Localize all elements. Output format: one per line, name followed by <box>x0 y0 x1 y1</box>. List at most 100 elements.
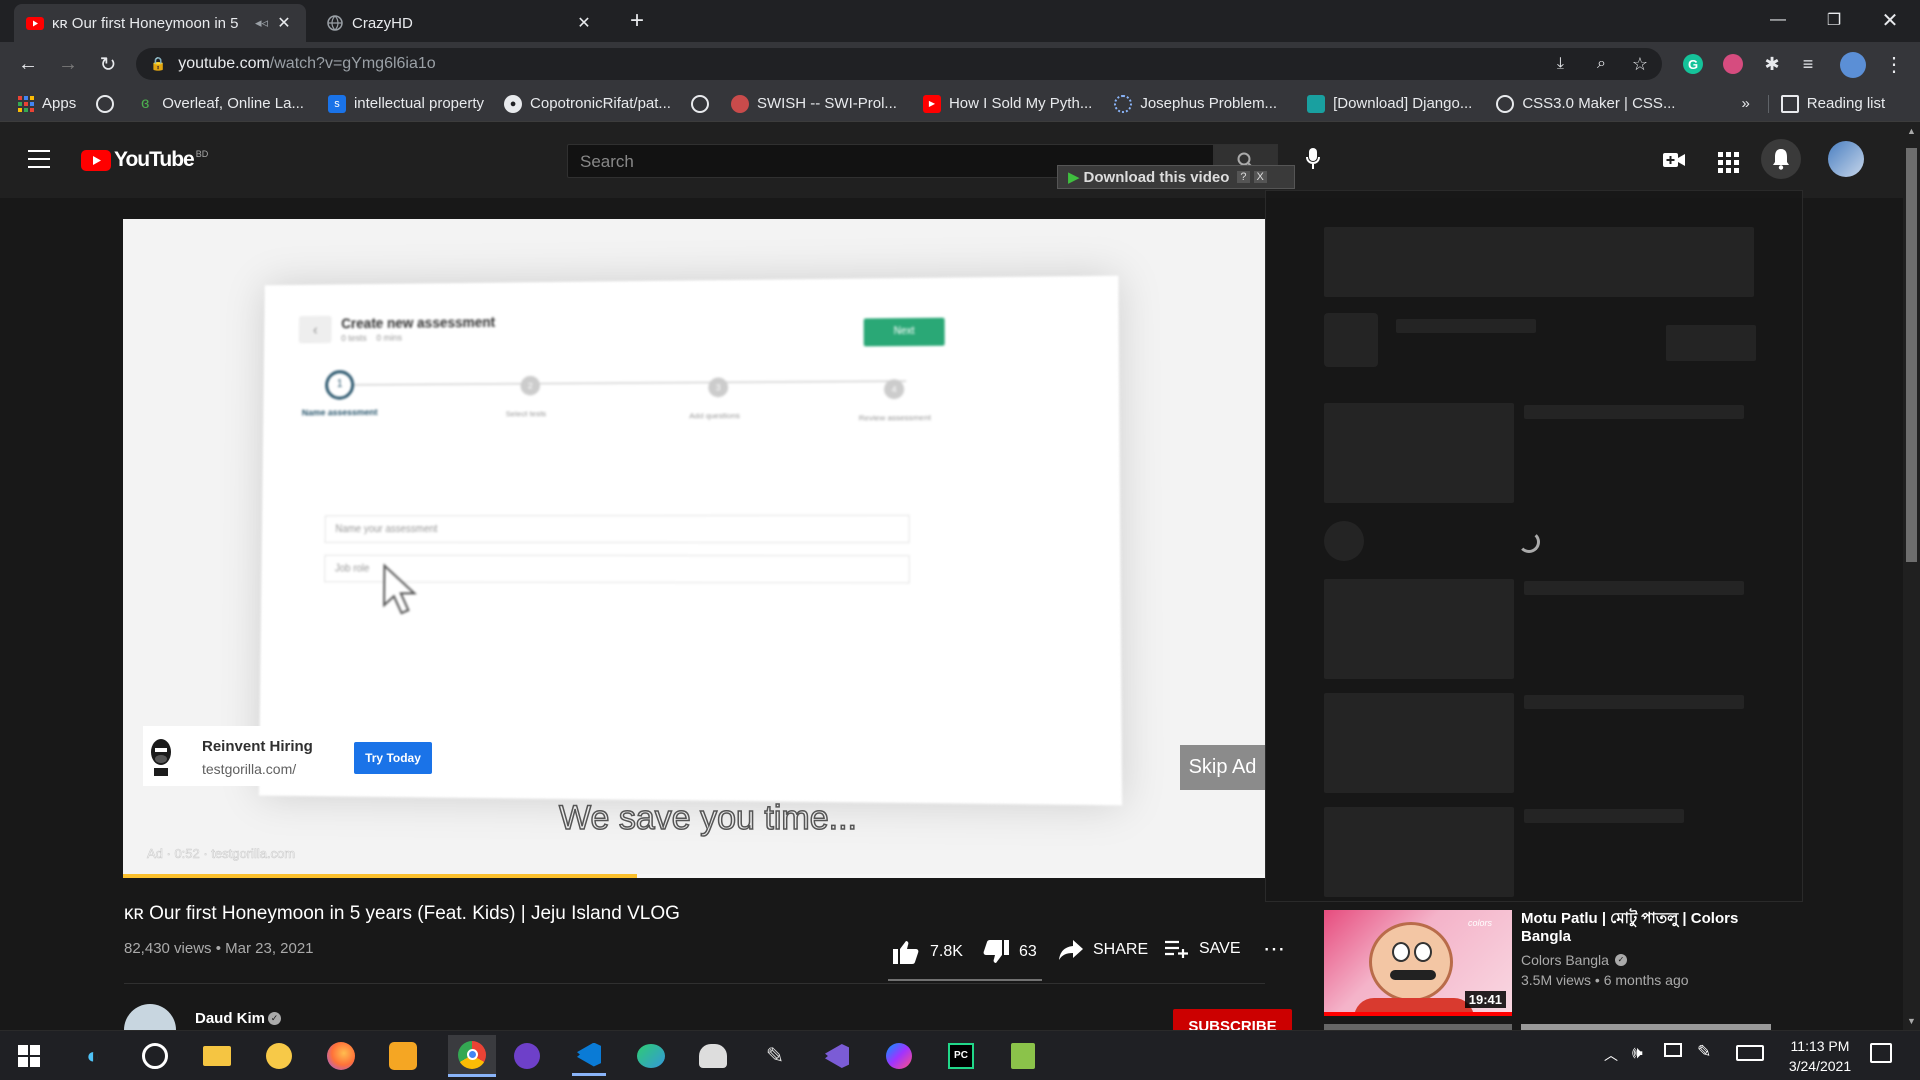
dislike-button[interactable]: 63 <box>983 940 1037 964</box>
more-actions-icon[interactable]: ⋯ <box>1263 936 1285 962</box>
globe-icon <box>96 95 114 113</box>
app-icon-3[interactable]: ✎ <box>758 1039 792 1073</box>
notifications-bell-icon[interactable] <box>1761 139 1801 179</box>
save-button[interactable]: SAVE <box>1165 940 1241 958</box>
minimize-button[interactable]: — <box>1750 0 1806 40</box>
video-title: ᴋʀ Our first Honeymoon in 5 years (Feat.… <box>124 903 680 925</box>
skip-ad-button[interactable]: Skip Ad <box>1180 745 1265 790</box>
restore-button[interactable]: ❐ <box>1806 0 1862 40</box>
vscode-icon[interactable] <box>572 1036 606 1076</box>
tray-chevron-icon[interactable]: ︿ <box>1604 1045 1618 1065</box>
bookmark-josephus[interactable]: Josephus Problem... <box>1114 95 1277 113</box>
app-icon[interactable] <box>262 1039 296 1073</box>
photos-app-icon[interactable] <box>386 1039 420 1073</box>
chrome-icon[interactable] <box>448 1035 496 1077</box>
scroll-up-icon[interactable]: ▲ <box>1907 126 1916 136</box>
extensions-puzzle-icon[interactable]: ✱ <box>1758 50 1786 78</box>
back-arrow-icon[interactable]: ← <box>14 50 42 78</box>
share-button[interactable]: SHARE <box>1059 940 1148 960</box>
bookmark-github[interactable]: ● CopotronicRifat/pat... <box>504 95 671 113</box>
file-explorer-icon[interactable] <box>200 1039 234 1073</box>
bookmark-globe-2[interactable] <box>691 95 717 113</box>
close-window-button[interactable]: ✕ <box>1862 0 1918 40</box>
help-icon[interactable]: ? <box>1237 171 1249 183</box>
video-player[interactable]: ‹ Create new assessment 0 tests 0 mins Ne… <box>123 219 1265 878</box>
pycharm-icon[interactable]: PC <box>944 1039 978 1073</box>
address-bar[interactable]: 🔒 youtube.com/watch?v=gYmg6l6ia1o ⤓ ⌕ ☆ <box>136 48 1662 80</box>
step-4: 4 <box>884 379 904 399</box>
divider <box>124 983 1265 984</box>
play-icon: ▶ <box>1068 168 1080 186</box>
next-video-item[interactable]: colors 19:41 Motu Patlu | মোটু পাতলু | C… <box>1324 910 1794 1016</box>
search-cortana-icon[interactable]: ◐ <box>76 1039 110 1073</box>
like-button[interactable]: 7.8K <box>893 940 963 964</box>
dislike-count: 63 <box>1019 943 1037 961</box>
forward-arrow-icon[interactable]: → <box>54 50 82 78</box>
scrollbar-thumb[interactable] <box>1906 148 1917 562</box>
bookmarks-overflow[interactable]: » <box>1741 95 1749 112</box>
tab-youtube[interactable]: ᴋʀ Our first Honeymoon in 5 ◂◃ ✕ <box>14 4 306 42</box>
tab-title: ᴋʀ Our first Honeymoon in 5 <box>52 15 249 32</box>
tab-audio-icon[interactable]: ◂◃ <box>255 15 268 31</box>
download-video-bar[interactable]: ▶ Download this video ? X <box>1057 165 1295 189</box>
account-avatar[interactable] <box>1828 141 1864 177</box>
tab-close-icon[interactable]: ✕ <box>574 13 594 33</box>
star-icon[interactable]: ☆ <box>1632 54 1648 75</box>
close-icon[interactable]: X <box>1254 171 1267 183</box>
network-icon[interactable] <box>1664 1043 1682 1057</box>
bookmark-intellectual-property[interactable]: s intellectual property <box>328 95 484 113</box>
next-video-thumbnail[interactable]: colors 19:41 <box>1324 910 1512 1016</box>
keyboard-icon[interactable] <box>1736 1045 1764 1061</box>
volume-icon[interactable]: 🕪 <box>1632 1043 1643 1063</box>
hamburger-menu-icon[interactable] <box>28 150 50 168</box>
microphone-icon[interactable] <box>1306 148 1320 170</box>
reload-icon[interactable]: ↻ <box>94 50 122 78</box>
media-control-icon[interactable]: ≡ <box>1794 50 1822 78</box>
create-video-icon[interactable] <box>1663 152 1685 173</box>
overleaf-icon: ɞ <box>136 95 154 113</box>
page-scrollbar[interactable]: ▲ ▼ <box>1903 122 1920 1030</box>
visual-studio-icon[interactable] <box>820 1039 854 1073</box>
new-tab-button[interactable]: + <box>622 6 652 36</box>
try-today-button[interactable]: Try Today <box>354 742 432 774</box>
clock[interactable]: 11:13 PM 3/24/2021 <box>1770 1036 1870 1076</box>
apps-grid-icon[interactable] <box>1718 152 1739 173</box>
bookmark-swish[interactable]: SWISH -- SWI-Prol... <box>731 95 897 113</box>
video-meta: 82,430 views • Mar 23, 2021 <box>124 940 314 957</box>
messenger-icon[interactable] <box>882 1039 916 1073</box>
bookmark-django[interactable]: [Download] Django... <box>1307 95 1472 113</box>
channel-name[interactable]: Daud Kim <box>195 1010 265 1027</box>
ad-info-card[interactable]: Reinvent Hiring testgorilla.com/ Try Tod… <box>143 726 423 786</box>
extension-icon[interactable] <box>1723 54 1743 74</box>
pen-icon[interactable]: ✎ <box>1697 1042 1711 1062</box>
download-video-button[interactable]: Download this video <box>1084 169 1230 186</box>
github-desktop-icon[interactable] <box>510 1039 544 1073</box>
reading-list-button[interactable]: Reading list <box>1768 95 1885 113</box>
youtube-logo[interactable]: YouTube BD <box>81 148 208 172</box>
spreadsheet-icon[interactable] <box>1006 1039 1040 1073</box>
chrome-menu-icon[interactable]: ⋮ <box>1880 50 1908 78</box>
reading-list-icon <box>1781 95 1799 113</box>
windows-start-icon[interactable] <box>12 1039 46 1073</box>
app-icon-2[interactable] <box>696 1039 730 1073</box>
like-count: 7.8K <box>930 943 963 961</box>
profile-avatar[interactable] <box>1840 52 1866 78</box>
paint-app-icon[interactable] <box>634 1039 668 1073</box>
bookmark-youtube[interactable]: ▶ How I Sold My Pyth... <box>923 95 1092 113</box>
tab-close-icon[interactable]: ✕ <box>274 13 294 33</box>
tab-crazyhd[interactable]: CrazyHD ✕ <box>314 4 606 42</box>
scroll-down-icon[interactable]: ▼ <box>1907 1016 1916 1026</box>
bookmark-css-maker[interactable]: CSS3.0 Maker | CSS... <box>1496 95 1675 113</box>
grammarly-icon[interactable]: G <box>1683 54 1703 74</box>
firefox-icon[interactable] <box>324 1039 358 1073</box>
zoom-icon[interactable]: ⌕ <box>1597 55 1606 73</box>
install-icon[interactable]: ⤓ <box>1557 55 1564 73</box>
bookmark-overleaf[interactable]: ɞ Overleaf, Online La... <box>136 95 304 113</box>
notification-center-icon[interactable] <box>1870 1043 1892 1063</box>
bookmark-apps[interactable]: Apps <box>18 95 76 112</box>
whatsapp-icon[interactable] <box>138 1039 172 1073</box>
bookmark-globe[interactable] <box>96 95 122 113</box>
ad-progress-bar[interactable] <box>123 874 1265 878</box>
placeholder-block <box>1666 325 1756 361</box>
placeholder-block <box>1324 579 1514 679</box>
